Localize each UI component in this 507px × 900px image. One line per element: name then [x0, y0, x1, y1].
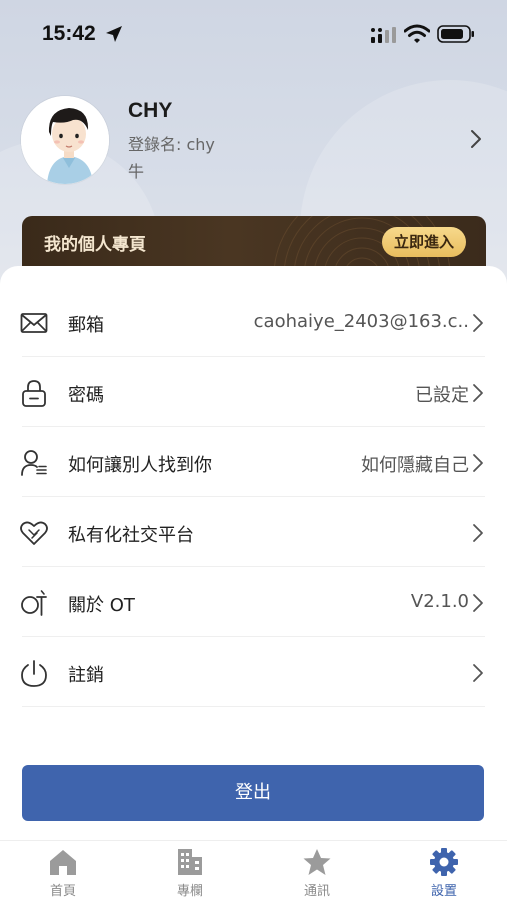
- settings-value: 如何隱藏自己: [361, 455, 469, 476]
- chevron-right-icon: [473, 384, 483, 402]
- settings-row-discoverability[interactable]: 如何讓別人找到你 如何隱藏自己: [0, 427, 507, 497]
- tab-label: 設置: [430, 884, 457, 899]
- status-time: 15:42: [42, 22, 96, 45]
- profile-name: CHY: [128, 99, 173, 122]
- profile-login-name: 登錄名: chy: [128, 135, 215, 154]
- handshake-heart-icon: [20, 521, 48, 545]
- profile-signature: 牛: [128, 162, 145, 181]
- wifi-icon: [404, 24, 430, 43]
- user-search-icon: [21, 450, 47, 476]
- divider: [22, 706, 485, 707]
- banner-title: 我的個人專頁: [44, 235, 146, 255]
- settings-label: 郵箱: [68, 315, 104, 336]
- home-icon: [50, 850, 76, 875]
- chevron-right-icon: [473, 664, 483, 682]
- avatar-illustration: [21, 96, 109, 184]
- battery-icon: [437, 25, 474, 43]
- lock-icon: [22, 380, 46, 407]
- settings-row-deregister[interactable]: 註銷: [0, 637, 507, 707]
- settings-row-password[interactable]: 密碼 已設定: [0, 357, 507, 427]
- tab-contacts[interactable]: 通訊: [277, 847, 357, 900]
- power-icon: [21, 660, 47, 687]
- settings-row-private-social[interactable]: 私有化社交平台: [0, 497, 507, 567]
- settings-row-about[interactable]: 關於 OT V2.1.0: [0, 567, 507, 637]
- building-icon: [178, 849, 202, 875]
- mail-icon: [20, 313, 48, 333]
- star-icon: [303, 849, 331, 875]
- tab-columns[interactable]: 專欄: [150, 847, 230, 900]
- chevron-right-icon: [473, 524, 483, 542]
- chevron-right-icon[interactable]: [469, 129, 483, 149]
- avatar[interactable]: [21, 96, 109, 184]
- tab-label: 首頁: [49, 884, 76, 899]
- tab-home[interactable]: 首頁: [23, 847, 103, 900]
- settings-value: 已設定: [415, 385, 469, 406]
- settings-label: 密碼: [68, 385, 104, 406]
- settings-label: 私有化社交平台: [68, 525, 194, 546]
- tab-settings[interactable]: 設置: [404, 847, 484, 900]
- chevron-right-icon: [473, 314, 483, 332]
- gear-icon: [430, 848, 458, 876]
- personal-page-banner[interactable]: 我的個人專頁 立即進入: [22, 216, 486, 272]
- settings-label: 關於 OT: [68, 595, 135, 616]
- tab-bar: 首頁 專欄 通訊 設置: [0, 840, 507, 900]
- ot-logo-icon: [21, 590, 47, 616]
- tab-label: 通訊: [303, 884, 330, 899]
- settings-row-email[interactable]: 郵箱 caohaiye_2403@163.c..: [0, 287, 507, 357]
- enter-now-button[interactable]: 立即進入: [381, 227, 466, 257]
- status-bar: 15:42: [0, 0, 507, 68]
- settings-label: 註銷: [68, 665, 104, 686]
- logout-button[interactable]: 登出: [22, 765, 484, 821]
- settings-value: V2.1.0: [410, 591, 469, 612]
- chevron-right-icon: [473, 454, 483, 472]
- settings-value: caohaiye_2403@163.c..: [253, 311, 469, 332]
- chevron-right-icon: [473, 594, 483, 612]
- location-arrow-icon: [106, 26, 122, 42]
- tab-label: 專欄: [176, 884, 203, 899]
- signal-icon: [371, 27, 396, 43]
- settings-label: 如何讓別人找到你: [68, 455, 212, 476]
